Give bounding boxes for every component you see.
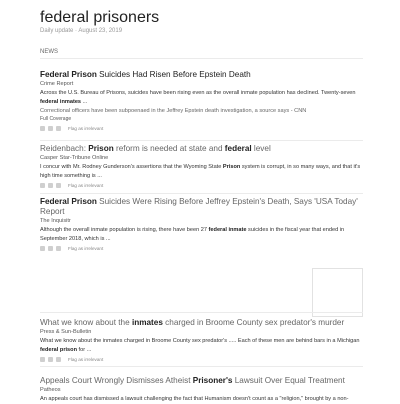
title-text: charged in Broome County sex predator's … xyxy=(162,318,345,327)
article-divider xyxy=(40,140,363,141)
snippet-text: Although the overall inmate population i… xyxy=(40,227,209,233)
snippet-highlight: federal inmate xyxy=(208,227,247,233)
facebook-icon[interactable] xyxy=(48,183,53,189)
news-item: Federal Prison Suicides Were Rising Befo… xyxy=(40,197,363,252)
news-item: Federal Prison Suicides Had Risen Before… xyxy=(40,70,363,132)
article-title[interactable]: Appeals Court Wrongly Dismisses Atheist … xyxy=(40,376,363,386)
section-divider xyxy=(40,58,363,59)
article-source: Patheos xyxy=(40,387,61,393)
related-story: Correctional officers have been subpoena… xyxy=(40,107,363,116)
facebook-icon[interactable] xyxy=(48,357,53,363)
title-highlight: Prison xyxy=(88,144,114,153)
google-plus-icon[interactable] xyxy=(40,357,45,363)
section-label: NEWS xyxy=(40,49,58,55)
article-title[interactable]: Federal Prison Suicides Had Risen Before… xyxy=(40,70,363,80)
news-item: Appeals Court Wrongly Dismisses Atheist … xyxy=(40,376,363,404)
article-thumbnail[interactable] xyxy=(312,268,363,317)
article-source: The Inquisitr xyxy=(40,218,71,224)
snippet-text: I concur with Mr. Rodney Gunderson's ass… xyxy=(40,164,223,170)
article-title[interactable]: Federal Prison Suicides Were Rising Befo… xyxy=(40,197,363,217)
google-plus-icon[interactable] xyxy=(40,183,45,189)
google-plus-icon[interactable] xyxy=(40,246,45,252)
article-title[interactable]: Reidenbach: Prison reform is needed at s… xyxy=(40,144,363,154)
article-snippet: What we know about the inmates charged i… xyxy=(40,337,363,354)
article-source: Casper Star-Tribune Online xyxy=(40,155,109,161)
twitter-icon[interactable] xyxy=(56,357,61,363)
twitter-icon[interactable] xyxy=(56,246,61,252)
flag-irrelevant-link[interactable]: Flag as irrelevant xyxy=(68,357,103,362)
news-item: What we know about the inmates charged i… xyxy=(40,318,363,363)
title-text: level xyxy=(251,144,271,153)
snippet-highlight: federal prison xyxy=(40,346,77,353)
title-text: What we know about the xyxy=(40,318,132,327)
twitter-icon[interactable] xyxy=(56,125,61,131)
facebook-icon[interactable] xyxy=(48,246,53,252)
article-snippet: Although the overall inmate population i… xyxy=(40,226,363,243)
flag-irrelevant-link[interactable]: Flag as irrelevant xyxy=(68,246,103,251)
title-highlight: inmates xyxy=(131,318,163,327)
snippet-text: What we know about the inmates charged i… xyxy=(40,338,360,344)
title-highlight: Prisoner's xyxy=(192,376,233,385)
article-actions: Flag as irrelevant xyxy=(40,125,363,132)
page-title: federal prisoners xyxy=(40,9,160,26)
snippet-text: ... xyxy=(81,98,88,105)
digest-page: federal prisoners Daily update · August … xyxy=(0,0,400,402)
article-divider xyxy=(40,312,363,313)
snippet-highlight: federal inmates xyxy=(40,98,82,105)
snippet-text: for ... xyxy=(77,346,92,353)
snippet-highlight: Prison xyxy=(222,164,241,170)
article-actions: Flag as irrelevant xyxy=(40,245,363,252)
article-actions: Flag as irrelevant xyxy=(40,356,363,363)
related-story-text[interactable]: Correctional officers have been subpoena… xyxy=(40,108,306,114)
snippet-text: Across the U.S. Bureau of Prisons, suici… xyxy=(40,90,356,96)
article-snippet: Across the U.S. Bureau of Prisons, suici… xyxy=(40,89,363,106)
title-text: Appeals Court Wrongly Dismisses Atheist xyxy=(40,376,193,385)
news-item: Reidenbach: Prison reform is needed at s… xyxy=(40,144,363,189)
full-coverage-link[interactable]: Full Coverage xyxy=(40,116,363,123)
article-divider xyxy=(40,366,363,367)
article-title[interactable]: What we know about the inmates charged i… xyxy=(40,318,363,328)
title-highlight: Federal Prison xyxy=(40,197,97,206)
article-actions: Flag as irrelevant xyxy=(40,182,363,189)
flag-irrelevant-link[interactable]: Flag as irrelevant xyxy=(68,183,103,188)
title-highlight: Federal Prison xyxy=(40,70,97,79)
flag-irrelevant-link[interactable]: Flag as irrelevant xyxy=(68,126,103,131)
title-text: Suicides Had Risen Before Epstein Death xyxy=(96,70,251,79)
article-source: Crime Report xyxy=(40,81,74,87)
google-plus-icon[interactable] xyxy=(40,125,45,131)
twitter-icon[interactable] xyxy=(56,183,61,189)
title-text: Lawsuit Over Equal Treatment xyxy=(232,376,345,385)
page-subtitle: Daily update · August 23, 2019 xyxy=(40,28,123,34)
title-text: Reidenbach: xyxy=(40,144,89,153)
title-highlight: federal xyxy=(224,144,252,153)
article-snippet: I concur with Mr. Rodney Gunderson's ass… xyxy=(40,163,363,180)
title-text: reform is needed at state and xyxy=(113,144,225,153)
facebook-icon[interactable] xyxy=(48,125,53,131)
article-snippet: An appeals court has dismissed a lawsuit… xyxy=(40,396,349,402)
article-divider xyxy=(40,193,363,194)
article-source: Press & Sun-Bulletin xyxy=(40,329,92,335)
